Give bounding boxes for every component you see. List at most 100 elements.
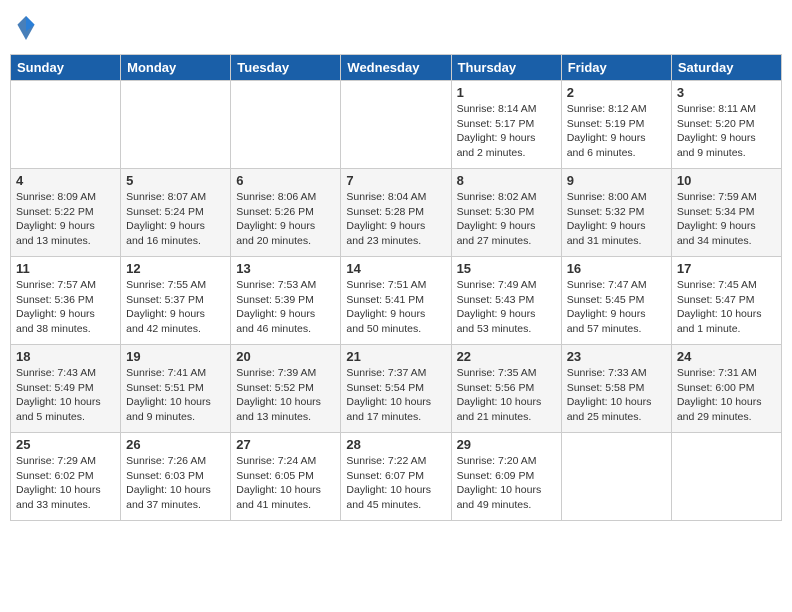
column-header-saturday: Saturday (671, 55, 781, 81)
cell-info: Sunrise: 7:37 AM Sunset: 5:54 PM Dayligh… (346, 366, 445, 425)
day-number: 28 (346, 437, 445, 452)
calendar-cell: 24 Sunrise: 7:31 AM Sunset: 6:00 PM Dayli… (671, 345, 781, 433)
calendar-cell: 15Sunrise: 7:49 AM Sunset: 5:43 PM Dayli… (451, 257, 561, 345)
day-number: 27 (236, 437, 335, 452)
calendar-table: SundayMondayTuesdayWednesdayThursdayFrid… (10, 54, 782, 521)
day-number: 21 (346, 349, 445, 364)
day-number: 12 (126, 261, 225, 276)
day-number: 4 (16, 173, 115, 188)
column-header-friday: Friday (561, 55, 671, 81)
cell-info: Sunrise: 7:29 AM Sunset: 6:02 PM Dayligh… (16, 454, 115, 513)
page-header (10, 10, 782, 46)
calendar-cell: 7 Sunrise: 8:04 AM Sunset: 5:28 PM Daylig… (341, 169, 451, 257)
calendar-cell: 1 Sunrise: 8:14 AM Sunset: 5:17 PM Daylig… (451, 81, 561, 169)
day-number: 10 (677, 173, 776, 188)
cell-info: Sunrise: 7:55 AM Sunset: 5:37 PM Dayligh… (126, 278, 225, 337)
cell-info: Sunrise: 8:06 AM Sunset: 5:26 PM Dayligh… (236, 190, 335, 249)
cell-info: Sunrise: 7:33 AM Sunset: 5:58 PM Dayligh… (567, 366, 666, 425)
calendar-cell: 22 Sunrise: 7:35 AM Sunset: 5:56 PM Dayli… (451, 345, 561, 433)
day-number: 13 (236, 261, 335, 276)
cell-info: Sunrise: 8:02 AM Sunset: 5:30 PM Dayligh… (457, 190, 556, 249)
week-row-5: 25 Sunrise: 7:29 AM Sunset: 6:02 PM Dayli… (11, 433, 782, 521)
day-number: 5 (126, 173, 225, 188)
calendar-cell (11, 81, 121, 169)
calendar-cell: 2Sunrise: 8:12 AM Sunset: 5:19 PM Daylig… (561, 81, 671, 169)
calendar-cell (671, 433, 781, 521)
calendar-header-row: SundayMondayTuesdayWednesdayThursdayFrid… (11, 55, 782, 81)
cell-info: Sunrise: 7:47 AM Sunset: 5:45 PM Dayligh… (567, 278, 666, 337)
day-number: 14 (346, 261, 445, 276)
cell-info: Sunrise: 8:11 AM Sunset: 5:20 PM Dayligh… (677, 102, 776, 161)
day-number: 7 (346, 173, 445, 188)
calendar-cell: 9 Sunrise: 8:00 AM Sunset: 5:32 PM Daylig… (561, 169, 671, 257)
day-number: 22 (457, 349, 556, 364)
week-row-4: 18Sunrise: 7:43 AM Sunset: 5:49 PM Dayli… (11, 345, 782, 433)
calendar-cell: 14 Sunrise: 7:51 AM Sunset: 5:41 PM Dayli… (341, 257, 451, 345)
cell-info: Sunrise: 7:51 AM Sunset: 5:41 PM Dayligh… (346, 278, 445, 337)
calendar-cell: 23 Sunrise: 7:33 AM Sunset: 5:58 PM Dayli… (561, 345, 671, 433)
calendar-cell: 28 Sunrise: 7:22 AM Sunset: 6:07 PM Dayli… (341, 433, 451, 521)
day-number: 20 (236, 349, 335, 364)
cell-info: Sunrise: 7:53 AM Sunset: 5:39 PM Dayligh… (236, 278, 335, 337)
cell-info: Sunrise: 8:07 AM Sunset: 5:24 PM Dayligh… (126, 190, 225, 249)
column-header-monday: Monday (121, 55, 231, 81)
calendar-cell: 4 Sunrise: 8:09 AM Sunset: 5:22 PM Daylig… (11, 169, 121, 257)
calendar-cell: 29 Sunrise: 7:20 AM Sunset: 6:09 PM Dayli… (451, 433, 561, 521)
cell-info: Sunrise: 8:00 AM Sunset: 5:32 PM Dayligh… (567, 190, 666, 249)
cell-info: Sunrise: 7:22 AM Sunset: 6:07 PM Dayligh… (346, 454, 445, 513)
logo (14, 16, 36, 40)
cell-info: Sunrise: 7:57 AM Sunset: 5:36 PM Dayligh… (16, 278, 115, 337)
cell-info: Sunrise: 7:49 AM Sunset: 5:43 PM Dayligh… (457, 278, 556, 337)
calendar-cell: 19 Sunrise: 7:41 AM Sunset: 5:51 PM Dayli… (121, 345, 231, 433)
cell-info: Sunrise: 7:45 AM Sunset: 5:47 PM Dayligh… (677, 278, 776, 337)
calendar-cell: 8 Sunrise: 8:02 AM Sunset: 5:30 PM Daylig… (451, 169, 561, 257)
day-number: 25 (16, 437, 115, 452)
day-number: 11 (16, 261, 115, 276)
day-number: 6 (236, 173, 335, 188)
day-number: 26 (126, 437, 225, 452)
calendar-cell (121, 81, 231, 169)
cell-info: Sunrise: 7:20 AM Sunset: 6:09 PM Dayligh… (457, 454, 556, 513)
calendar-cell: 26 Sunrise: 7:26 AM Sunset: 6:03 PM Dayli… (121, 433, 231, 521)
day-number: 8 (457, 173, 556, 188)
day-number: 9 (567, 173, 666, 188)
cell-info: Sunrise: 7:39 AM Sunset: 5:52 PM Dayligh… (236, 366, 335, 425)
day-number: 19 (126, 349, 225, 364)
day-number: 16 (567, 261, 666, 276)
column-header-thursday: Thursday (451, 55, 561, 81)
calendar-cell: 21 Sunrise: 7:37 AM Sunset: 5:54 PM Dayli… (341, 345, 451, 433)
cell-info: Sunrise: 7:41 AM Sunset: 5:51 PM Dayligh… (126, 366, 225, 425)
calendar-cell: 18Sunrise: 7:43 AM Sunset: 5:49 PM Dayli… (11, 345, 121, 433)
day-number: 24 (677, 349, 776, 364)
calendar-cell: 20 Sunrise: 7:39 AM Sunset: 5:52 PM Dayli… (231, 345, 341, 433)
cell-info: Sunrise: 7:59 AM Sunset: 5:34 PM Dayligh… (677, 190, 776, 249)
calendar-cell: 11 Sunrise: 7:57 AM Sunset: 5:36 PM Dayli… (11, 257, 121, 345)
cell-info: Sunrise: 8:09 AM Sunset: 5:22 PM Dayligh… (16, 190, 115, 249)
column-header-tuesday: Tuesday (231, 55, 341, 81)
cell-info: Sunrise: 7:35 AM Sunset: 5:56 PM Dayligh… (457, 366, 556, 425)
calendar-cell (231, 81, 341, 169)
week-row-1: 1 Sunrise: 8:14 AM Sunset: 5:17 PM Daylig… (11, 81, 782, 169)
calendar-cell: 12 Sunrise: 7:55 AM Sunset: 5:37 PM Dayli… (121, 257, 231, 345)
calendar-cell: 6 Sunrise: 8:06 AM Sunset: 5:26 PM Daylig… (231, 169, 341, 257)
week-row-3: 11 Sunrise: 7:57 AM Sunset: 5:36 PM Dayli… (11, 257, 782, 345)
cell-info: Sunrise: 7:26 AM Sunset: 6:03 PM Dayligh… (126, 454, 225, 513)
day-number: 17 (677, 261, 776, 276)
day-number: 18 (16, 349, 115, 364)
calendar-cell: 3 Sunrise: 8:11 AM Sunset: 5:20 PM Daylig… (671, 81, 781, 169)
cell-info: Sunrise: 7:31 AM Sunset: 6:00 PM Dayligh… (677, 366, 776, 425)
cell-info: Sunrise: 8:04 AM Sunset: 5:28 PM Dayligh… (346, 190, 445, 249)
cell-info: Sunrise: 8:14 AM Sunset: 5:17 PM Dayligh… (457, 102, 556, 161)
day-number: 29 (457, 437, 556, 452)
calendar-cell: 27Sunrise: 7:24 AM Sunset: 6:05 PM Dayli… (231, 433, 341, 521)
calendar-cell: 16 Sunrise: 7:47 AM Sunset: 5:45 PM Dayli… (561, 257, 671, 345)
day-number: 3 (677, 85, 776, 100)
logo-icon (16, 16, 36, 40)
week-row-2: 4 Sunrise: 8:09 AM Sunset: 5:22 PM Daylig… (11, 169, 782, 257)
calendar-cell (561, 433, 671, 521)
cell-info: Sunrise: 8:12 AM Sunset: 5:19 PM Dayligh… (567, 102, 666, 161)
day-number: 23 (567, 349, 666, 364)
calendar-cell: 10 Sunrise: 7:59 AM Sunset: 5:34 PM Dayli… (671, 169, 781, 257)
day-number: 1 (457, 85, 556, 100)
column-header-wednesday: Wednesday (341, 55, 451, 81)
